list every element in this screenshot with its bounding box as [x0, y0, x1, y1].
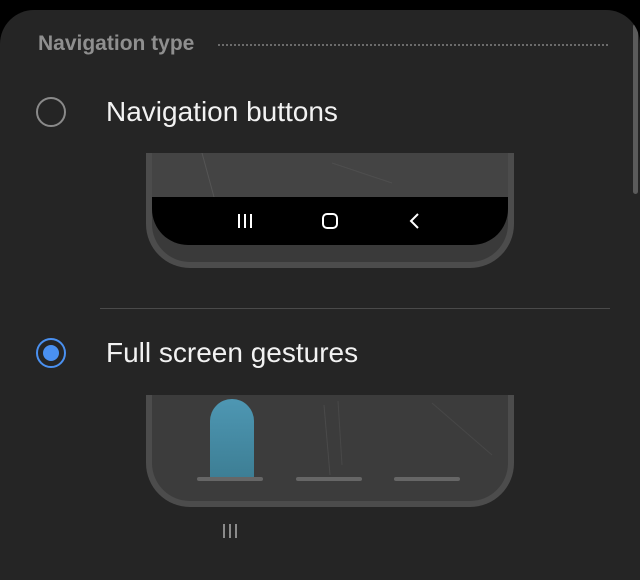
option-label-full-screen-gestures: Full screen gestures	[106, 337, 359, 368]
options-divider	[100, 308, 610, 309]
option-label-navigation-buttons: Navigation buttons	[106, 96, 338, 127]
section-divider-dots	[218, 44, 608, 46]
preview-screen	[152, 153, 508, 197]
gesture-bar-left	[197, 477, 263, 481]
screen-texture	[323, 400, 493, 476]
preview-navigation-buttons[interactable]	[146, 153, 514, 268]
preview-full-screen-gestures[interactable]	[146, 395, 514, 507]
gesture-bar-right	[394, 477, 460, 481]
recent-apps-icon	[221, 523, 239, 544]
gesture-bar-center	[296, 477, 362, 481]
radio-full-screen-gestures[interactable]	[36, 338, 66, 368]
scrollbar[interactable]	[633, 24, 638, 194]
option-full-screen-gestures[interactable]: Full screen gestures	[36, 337, 358, 369]
section-title: Navigation type	[38, 32, 195, 55]
navigation-type-panel: Navigation type Navigation buttons Full …	[0, 10, 640, 580]
screen-texture	[201, 153, 393, 197]
section-header: Navigation type	[38, 32, 608, 56]
home-icon	[318, 209, 342, 233]
back-icon	[403, 209, 427, 233]
radio-navigation-buttons[interactable]	[36, 97, 66, 127]
recent-apps-icon	[233, 209, 257, 233]
navigation-bar	[152, 197, 508, 245]
option-navigation-buttons[interactable]: Navigation buttons	[36, 96, 338, 128]
gesture-swipe-indicator	[210, 399, 254, 481]
